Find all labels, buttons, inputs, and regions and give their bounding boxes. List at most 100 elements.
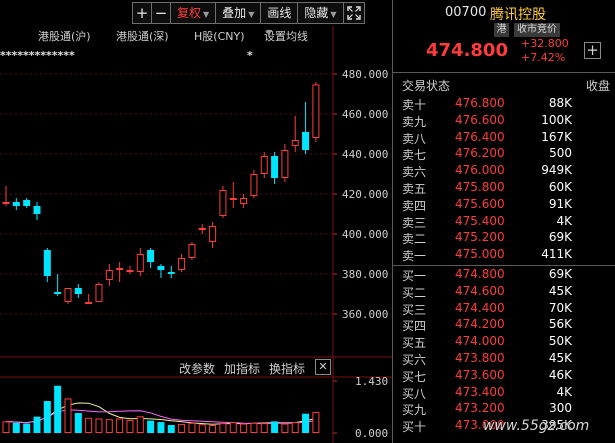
y-tick-label: 400.000 — [342, 228, 388, 241]
candle-body — [229, 198, 237, 200]
candle-body — [312, 84, 320, 138]
overlay-label: 叠加 — [222, 6, 247, 20]
level-price: 473.400 — [455, 384, 505, 399]
volume-bar — [33, 416, 41, 433]
level-price: 476.200 — [455, 146, 505, 161]
candle-body — [260, 156, 268, 174]
volume-bar — [229, 422, 237, 434]
candle-body — [23, 200, 31, 206]
candle-body — [33, 206, 41, 214]
candle-body — [136, 254, 144, 272]
bid-row: 买九 473.200 300 — [393, 400, 615, 417]
quote-header: 00700 腾讯控股 港 收市竞价 474.800 +32.800 +7.42%… — [393, 0, 615, 72]
level-label: 买四 — [402, 319, 427, 334]
volume-tick-label: 0.000 — [355, 427, 388, 440]
zoom-in-button[interactable]: + — [132, 2, 152, 24]
hide-dropdown[interactable]: 隐藏 ▼ — [297, 2, 344, 24]
volume-bar — [54, 385, 62, 433]
ask-row: 卖二 475.200 69K — [393, 229, 615, 246]
candle-body — [64, 288, 72, 302]
sz-connect-tab[interactable]: 港股通(深) — [116, 28, 169, 44]
level-volume: 69K — [548, 267, 572, 281]
level-label: 买六 — [402, 353, 427, 367]
candle-body — [209, 226, 217, 242]
trade-status-row: 交易状态 收盘 — [393, 72, 615, 95]
volume-bar — [219, 423, 227, 434]
sh-connect-tab[interactable]: 港股通(沪) — [38, 28, 91, 44]
bid-row: 买八 473.400 4K — [393, 384, 615, 401]
level-label: 卖九 — [402, 114, 427, 129]
candle-body — [198, 228, 206, 230]
fullscreen-button[interactable] — [342, 2, 365, 24]
bid-row: 买一 474.800 69K — [393, 266, 615, 283]
level-price: 473.600 — [455, 367, 505, 382]
ma-values-masked: ************* — [0, 49, 75, 62]
add-indicator-button[interactable]: 加指标 — [224, 360, 260, 377]
level-label: 买八 — [402, 386, 427, 401]
chevron-down-icon: ▼ — [330, 10, 337, 19]
level-label: 卖三 — [402, 215, 427, 230]
y-tick-label: 460.000 — [342, 108, 388, 121]
ask-row: 卖一 475.000 411K — [393, 246, 615, 263]
h-share-tab[interactable]: H股(CNY) — [194, 28, 244, 44]
quote-panel: 00700 腾讯控股 港 收市竞价 474.800 +32.800 +7.42%… — [392, 0, 615, 443]
level-price: 475.400 — [455, 213, 505, 228]
level-label: 卖四 — [402, 198, 427, 213]
level-volume: 70K — [548, 300, 572, 315]
volume-bar — [198, 424, 206, 434]
overlay-dropdown[interactable]: 叠加 ▼ — [215, 2, 262, 24]
candle-body — [271, 156, 279, 178]
ma-value-masked: * — [247, 49, 253, 62]
volume-bar — [167, 425, 175, 433]
level-volume: 91K — [548, 196, 572, 211]
adjust-dropdown[interactable]: 复权 ▼ — [170, 2, 217, 24]
y-tick-label: 420.000 — [342, 188, 388, 201]
volume-bar — [105, 419, 113, 434]
level-volume: 300 — [549, 401, 572, 416]
price-change-percent: +7.42% — [521, 51, 566, 64]
ask-row: 卖三 475.400 4K — [393, 213, 615, 230]
y-tick-label: 440.000 — [342, 148, 388, 161]
volume-bar — [116, 418, 124, 434]
switch-indicator-button[interactable]: 换指标 — [269, 360, 305, 377]
zoom-out-button[interactable]: − — [151, 2, 171, 24]
level-volume: 88K — [548, 96, 572, 110]
level-price: 475.200 — [455, 230, 505, 245]
level-label: 买七 — [402, 369, 427, 384]
volume-bar — [85, 417, 93, 433]
hide-label: 隐藏 — [304, 6, 329, 20]
candle-body — [74, 288, 82, 294]
candle-body — [12, 202, 20, 206]
volume-bar — [188, 422, 196, 433]
bid-row: 买六 473.800 45K — [393, 350, 615, 367]
level-label: 卖一 — [402, 249, 427, 264]
level-label: 卖十 — [402, 98, 427, 112]
indicator-toolbar: 改参数 加指标 换指标 ✕ — [0, 357, 392, 377]
level-price: 474.800 — [455, 267, 505, 281]
ask-row: 卖十 476.800 88K — [393, 95, 615, 112]
level-label: 买二 — [402, 285, 427, 300]
level-volume: 50K — [548, 334, 572, 349]
volume-bar — [240, 423, 248, 433]
candle-body — [250, 174, 258, 196]
ask-row: 卖六 476.000 949K — [393, 162, 615, 179]
level-price: 475.000 — [455, 247, 505, 262]
add-watchlist-button[interactable]: + — [584, 42, 601, 59]
candle-body — [240, 198, 248, 204]
volume-bar — [281, 423, 289, 433]
level-label: 买一 — [402, 269, 427, 283]
change-params-button[interactable]: 改参数 — [179, 360, 215, 377]
chart-toolbar: + − 复权 ▼ 叠加 ▼ 画线 隐藏 ▼ — [132, 2, 365, 24]
draw-lines-button[interactable]: 画线 — [260, 2, 299, 24]
trade-status-value: 收盘 — [585, 79, 610, 93]
volume-bar — [312, 411, 320, 433]
chevron-down-icon: ▼ — [266, 28, 273, 37]
level-price: 474.400 — [455, 300, 505, 315]
close-indicator-button[interactable]: ✕ — [315, 359, 331, 375]
candle-body — [219, 190, 227, 216]
level-label: 卖五 — [402, 182, 427, 196]
ask-row: 卖五 475.800 60K — [393, 179, 615, 196]
adjust-label: 复权 — [177, 6, 202, 20]
order-book-divider — [393, 265, 615, 266]
volume-bar — [147, 420, 155, 433]
